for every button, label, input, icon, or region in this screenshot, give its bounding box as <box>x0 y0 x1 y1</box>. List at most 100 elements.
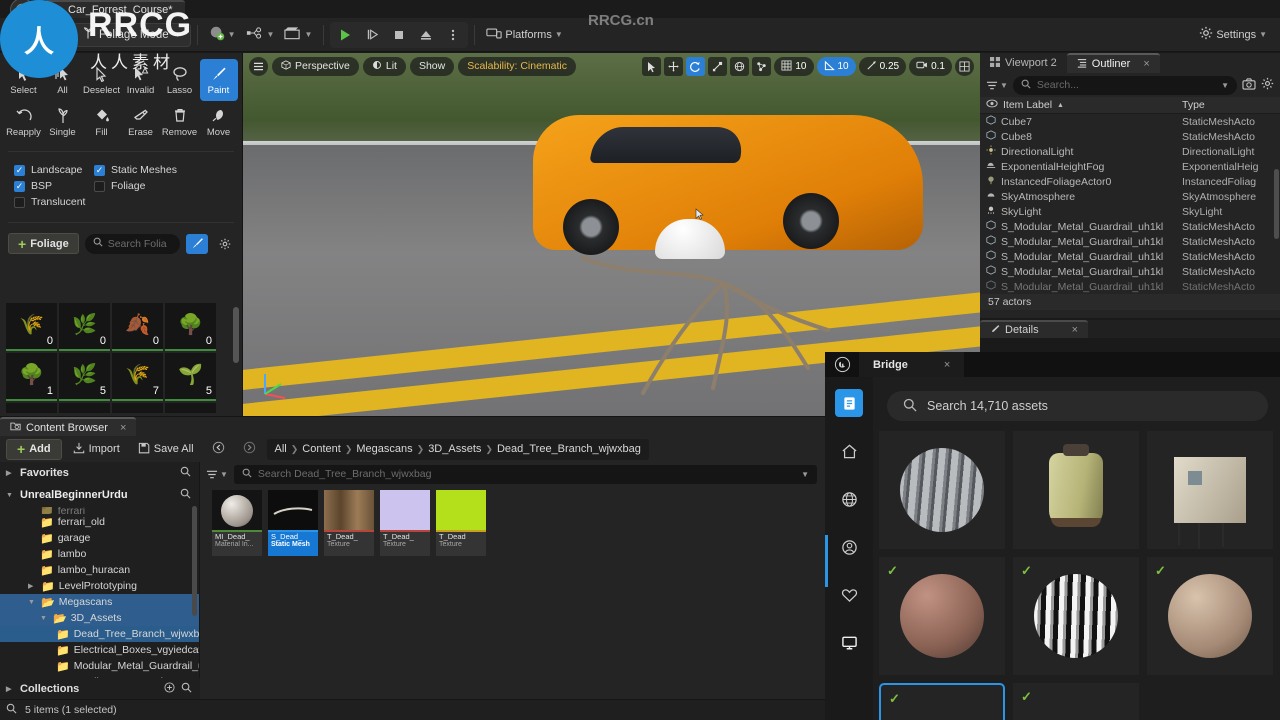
chevron-right-icon[interactable]: ▶ <box>28 582 37 590</box>
play-icon[interactable] <box>332 23 358 47</box>
tree-node-ferrari-old[interactable]: 📁 ferrari_old <box>0 514 199 530</box>
bridge-asset-tile[interactable] <box>1013 431 1139 549</box>
grid-snap-control[interactable]: 10 <box>774 57 814 76</box>
scale-snap-control[interactable]: 0.25 <box>858 57 907 76</box>
cinematics-button[interactable]: ▼ <box>279 23 317 47</box>
tree-node-garage[interactable]: 📁 garage <box>0 530 199 546</box>
outliner-row[interactable]: Cube8 StaticMeshActo <box>980 129 1280 144</box>
globe-icon[interactable] <box>835 485 863 513</box>
outliner-row[interactable]: S_Modular_Metal_Guardrail_uh1kl StaticMes… <box>980 279 1280 294</box>
asset-tile-texture-normal[interactable]: T_Dead_ Texture <box>380 490 430 556</box>
tree-node-lambo-huracan[interactable]: 📁 lambo_huracan <box>0 562 199 578</box>
search-icon[interactable] <box>181 682 192 696</box>
close-icon[interactable]: × <box>120 422 126 434</box>
stop-icon[interactable] <box>386 23 412 47</box>
settings-button[interactable]: Settings ▼ <box>1194 23 1272 47</box>
search-icon[interactable] <box>180 466 191 480</box>
foliage-tool-single[interactable]: Single <box>44 101 82 143</box>
bridge-asset-tile[interactable]: ✓ <box>1013 557 1139 675</box>
foliage-cell[interactable]: 🍃8 <box>6 403 57 413</box>
filter-foliage[interactable]: Foliage <box>94 180 145 192</box>
tab-outliner[interactable]: Outliner × <box>1066 53 1160 73</box>
camera-speed-control[interactable]: 0.1 <box>909 57 952 76</box>
breadcrumb-3d-assets[interactable]: 3D_Assets <box>424 439 485 460</box>
breadcrumb-megascans[interactable]: Megascans <box>352 439 416 460</box>
foliage-type-grid[interactable]: 🌾0 🌿0 🍂0 🌳0 🌳1 🌿5 🌾7 🌱5 🍃8 🍂6 🌿7 🌳6 🌾 🍃 … <box>6 303 224 413</box>
outliner-col-item-label[interactable]: Item Label ▲ <box>986 99 1182 111</box>
outliner-row[interactable]: SkyLight SkyLight <box>980 204 1280 219</box>
home-icon[interactable] <box>835 437 863 465</box>
checkbox-bsp[interactable]: ✓ <box>14 180 25 192</box>
monitor-icon[interactable] <box>835 629 863 657</box>
add-foliage-button[interactable]: + Foliage <box>8 233 79 254</box>
close-icon[interactable]: × <box>944 359 950 371</box>
foliage-cell[interactable]: 🌳6 <box>165 403 216 413</box>
outliner-row[interactable]: S_Modular_Metal_Guardrail_uh1kl StaticMes… <box>980 249 1280 264</box>
back-button[interactable] <box>205 439 232 460</box>
step-icon[interactable] <box>359 23 385 47</box>
asset-filter-button[interactable]: ▼ <box>206 469 228 480</box>
search-icon[interactable] <box>6 703 17 717</box>
outliner-search-input[interactable]: Search... ▼ <box>1012 75 1237 95</box>
close-icon[interactable]: × <box>1143 58 1149 70</box>
snapshot-icon[interactable] <box>1242 77 1256 93</box>
checkbox-landscape[interactable]: ✓ <box>14 164 25 176</box>
asset-tile-static-mesh[interactable]: S_Dead_ Static Mesh <box>268 490 318 556</box>
pages-icon[interactable] <box>835 389 863 417</box>
foliage-grid-scrollbar[interactable] <box>233 307 239 363</box>
tree-node-megascans[interactable]: ▼ 📂 Megascans <box>0 594 199 610</box>
filter-bsp[interactable]: ✓ BSP <box>14 180 88 192</box>
outliner-scrollbar[interactable] <box>1274 169 1279 239</box>
outliner-row[interactable]: InstancedFoliageActor0 InstancedFoliag <box>980 174 1280 189</box>
outliner-row[interactable]: S_Modular_Metal_Guardrail_uh1kl StaticMes… <box>980 219 1280 234</box>
viewport-car-actor[interactable] <box>533 115 923 255</box>
foliage-tool-remove[interactable]: Remove <box>161 101 199 143</box>
asset-search-input[interactable]: Search Dead_Tree_Branch_wjwxbag ▼ <box>233 464 817 484</box>
tab-viewport-2[interactable]: Viewport 2 <box>980 53 1067 73</box>
world-coords-icon[interactable] <box>730 57 750 76</box>
foliage-cell[interactable]: 🍂6 <box>59 403 110 413</box>
maximize-icon[interactable] <box>955 57 974 76</box>
angle-snap-control[interactable]: 10 <box>816 57 856 76</box>
outliner-row[interactable]: S_Modular_Metal_Guardrail_uh1kl StaticMes… <box>980 264 1280 279</box>
gizmo-scale-icon[interactable] <box>708 57 728 76</box>
viewport-camera-dropdown[interactable]: Perspective <box>272 56 359 76</box>
outliner-row[interactable]: S_Modular_Metal_Guardrail_uh1kl StaticMes… <box>980 234 1280 249</box>
outliner-row[interactable]: ExponentialHeightFog ExponentialHeig <box>980 159 1280 174</box>
gizmo-rotate-icon[interactable] <box>686 57 706 76</box>
foliage-cell[interactable]: 🌾 0 <box>6 303 57 351</box>
tree-scrollbar[interactable] <box>192 506 197 616</box>
asset-tile-texture-mask[interactable]: T_Dead Texture <box>436 490 486 556</box>
gizmo-select-icon[interactable] <box>642 57 662 76</box>
account-icon[interactable] <box>835 533 863 561</box>
tree-node-modular-metal-guardrail[interactable]: 📁 Modular_Metal_Guardrail_ul <box>0 658 199 674</box>
favorites-header[interactable]: ▶ Favorites <box>0 462 199 484</box>
foliage-brush-toggle[interactable] <box>186 233 208 254</box>
foliage-tool-reapply[interactable]: Reapply <box>5 101 43 143</box>
tree-node-clipped[interactable]: 📁 ferrari <box>0 507 199 514</box>
viewport-dead-branch-actor[interactable] <box>573 248 863 408</box>
close-icon[interactable]: × <box>1072 324 1078 336</box>
foliage-cell[interactable]: 🌿 5 <box>59 353 110 401</box>
tab-content-browser[interactable]: Content Browser × <box>0 417 137 436</box>
foliage-cell[interactable]: 🌿 0 <box>59 303 110 351</box>
outliner-row[interactable]: DirectionalLight DirectionalLight <box>980 144 1280 159</box>
viewport-menu-icon[interactable] <box>249 56 268 76</box>
breadcrumb-content[interactable]: Content <box>298 439 345 460</box>
filter-landscape[interactable]: ✓ Landscape <box>14 164 88 176</box>
gear-icon[interactable] <box>1261 77 1274 93</box>
foliage-tool-erase[interactable]: Erase <box>122 101 160 143</box>
foliage-tool-paint[interactable]: Paint <box>199 59 238 101</box>
search-icon[interactable] <box>180 488 191 502</box>
bridge-asset-tile[interactable] <box>879 431 1005 549</box>
tree-node-3d-assets[interactable]: ▼ 📂 3D_Assets <box>0 610 199 626</box>
asset-tile-material-instance[interactable]: MI_Dead_ Material In... <box>212 490 262 556</box>
platforms-button[interactable]: Platforms ▼ <box>481 23 567 47</box>
tree-node-lambo[interactable]: 📁 lambo <box>0 546 199 562</box>
more-options-icon[interactable] <box>440 23 466 47</box>
save-all-button[interactable]: Save All <box>131 439 201 460</box>
viewport-scalability-dropdown[interactable]: Scalability: Cinematic <box>458 56 577 76</box>
import-button[interactable]: Import <box>66 439 127 460</box>
gizmo-move-icon[interactable] <box>664 57 684 76</box>
checkbox-foliage[interactable] <box>94 180 105 192</box>
